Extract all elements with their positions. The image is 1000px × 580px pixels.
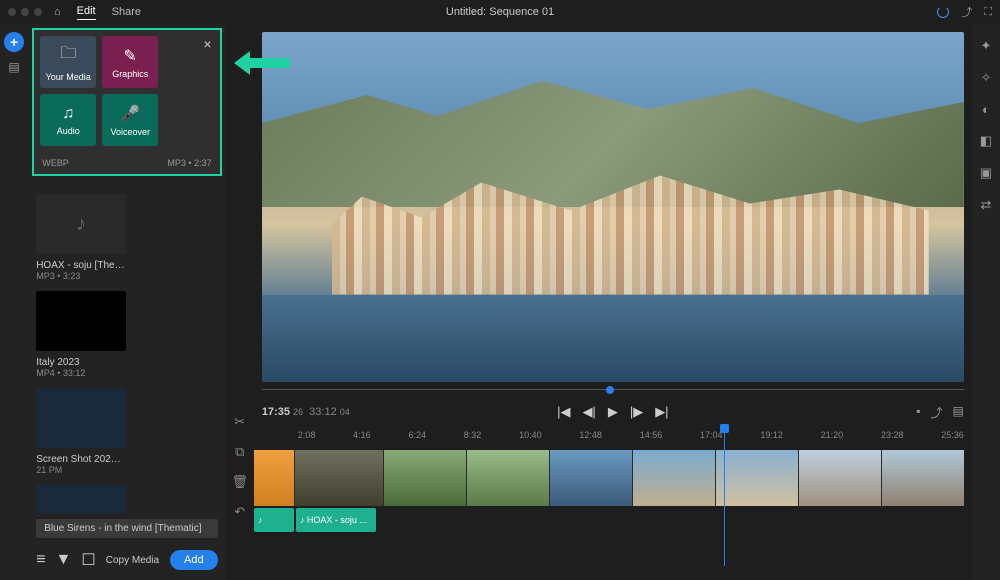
adjust-icon[interactable]: ◐ (982, 102, 990, 117)
add-button[interactable]: Add (170, 550, 218, 570)
video-clip[interactable] (254, 450, 294, 506)
minimize-window[interactable] (21, 8, 29, 16)
crop-icon[interactable]: ▣ (980, 165, 992, 181)
video-clip[interactable] (882, 450, 964, 506)
video-clip[interactable] (799, 450, 881, 506)
video-clip[interactable] (384, 450, 466, 506)
ruler-tick: 23:28 (881, 430, 904, 440)
frame-forward-icon[interactable]: |▶ (630, 404, 643, 420)
video-preview[interactable] (262, 32, 964, 382)
timecode: 17:35 26 33:12 04 (262, 406, 350, 418)
callout-arrow (250, 58, 290, 68)
checkbox-icon[interactable]: ☐ (81, 550, 95, 570)
skip-forward-icon[interactable]: ▶| (655, 404, 668, 420)
graphics-label: Graphics (112, 69, 148, 79)
audio-clip[interactable]: ♪ (254, 508, 294, 532)
effects-icon[interactable]: ✦ (980, 38, 991, 54)
play-icon[interactable]: ▶ (608, 404, 618, 420)
timeline-ruler[interactable]: 2:08 4:16 6:24 8:32 10:40 12:48 14:56 17… (254, 430, 964, 446)
wand-icon[interactable]: ✧ (980, 70, 991, 86)
undo-icon[interactable]: ↶ (234, 504, 245, 520)
media-item[interactable]: Screen Shot 2023-09... 59 PM (36, 485, 126, 513)
video-clip[interactable] (467, 450, 549, 506)
media-panel-icon[interactable]: ▤ (5, 58, 23, 76)
video-clip[interactable] (633, 450, 715, 506)
graphics-tile[interactable]: ✎ Graphics (102, 36, 158, 88)
ruler-tick: 2:08 (298, 430, 316, 440)
your-media-label: Your Media (46, 72, 91, 82)
video-clip[interactable] (550, 450, 632, 506)
media-item[interactable]: Screen Shot 2023-09... 21 PM (36, 388, 126, 475)
video-track[interactable] (254, 450, 964, 506)
transform-icon[interactable]: ⇄ (980, 197, 991, 213)
audio-icon: ♫ (62, 105, 74, 123)
audio-label: Audio (57, 126, 80, 136)
screenshot-thumb (36, 388, 126, 448)
media-name: Screen Shot 2023-09... (36, 454, 126, 465)
microphone-icon: 🎤 (120, 104, 140, 124)
media-meta: MP3 • 3:23 (36, 271, 126, 281)
screenshot-thumb (36, 485, 126, 513)
media-name: Italy 2023 (36, 357, 126, 368)
ruler-tick: 14:56 (640, 430, 663, 440)
add-media-button[interactable]: + (4, 32, 24, 52)
media-item[interactable]: ♪ HOAX - soju [Themat... MP3 • 3:23 (36, 194, 126, 281)
home-icon[interactable]: ⌂ (54, 6, 61, 18)
ruler-tick: 10:40 (519, 430, 542, 440)
skip-back-icon[interactable]: |◀ (557, 404, 570, 420)
document-title: Untitled: Sequence 01 (446, 6, 554, 18)
media-name: HOAX - soju [Themat... (36, 260, 126, 271)
video-thumb (36, 291, 126, 351)
fullscreen-icon[interactable]: ⛶ (984, 6, 992, 19)
copy-media-label: Copy Media (106, 555, 160, 566)
video-clip[interactable] (295, 450, 383, 506)
trash-icon[interactable]: 🗑 (231, 474, 248, 490)
quality-icon[interactable]: ▤ (952, 404, 963, 421)
audio-track[interactable]: ♪ ♪ HOAX - soju ... (254, 508, 964, 532)
ruler-tick: 12:48 (579, 430, 602, 440)
duplicate-icon[interactable]: ⧉ (235, 444, 244, 460)
audio-clip[interactable]: ♪ HOAX - soju ... (296, 508, 376, 532)
frame-back-icon[interactable]: ◀| (582, 404, 595, 420)
audio-tile[interactable]: ♫ Audio (40, 94, 96, 146)
ruler-tick: 21:20 (821, 430, 844, 440)
maximize-window[interactable] (34, 8, 42, 16)
media-format: WEBP (42, 158, 69, 168)
ruler-tick: 25:36 (941, 430, 964, 440)
export-frame-icon[interactable]: ⤴ (930, 404, 942, 421)
timeline[interactable]: ♪ ♪ HOAX - soju ... (254, 450, 964, 550)
media-icon: 🗀 (60, 42, 76, 69)
tab-edit[interactable]: Edit (77, 5, 96, 20)
ruler-tick: 19:12 (760, 430, 783, 440)
media-duration: MP3 • 2:37 (167, 158, 211, 168)
export-icon[interactable]: ⤴ (961, 4, 972, 20)
voiceover-tile[interactable]: 🎤 Voiceover (102, 94, 158, 146)
media-meta: MP4 • 33:12 (36, 368, 126, 378)
media-meta: 21 PM (36, 465, 126, 475)
window-controls[interactable] (8, 8, 42, 16)
scrubber-handle[interactable] (606, 386, 614, 394)
ruler-tick: 8:32 (464, 430, 482, 440)
voiceover-label: Voiceover (110, 127, 150, 137)
menu-icon[interactable]: ≡ (36, 551, 45, 569)
color-icon[interactable]: ◧ (980, 133, 992, 149)
graphics-icon: ✎ (124, 46, 137, 66)
tab-share[interactable]: Share (112, 6, 141, 18)
close-window[interactable] (8, 8, 16, 16)
ruler-tick: 6:24 (408, 430, 426, 440)
scrubber[interactable] (262, 386, 964, 392)
marker-icon[interactable]: ▪ (916, 404, 920, 421)
sync-spinner-icon (937, 6, 949, 18)
audio-thumb-icon: ♪ (36, 194, 126, 254)
ruler-tick: 4:16 (353, 430, 371, 440)
video-clip[interactable] (716, 450, 798, 506)
your-media-tile[interactable]: 🗀 Your Media (40, 36, 96, 88)
filter-icon[interactable]: ▼ (56, 551, 72, 569)
now-playing-label: Blue Sirens - in the wind [Thematic] (36, 519, 217, 538)
playhead[interactable] (724, 428, 725, 566)
close-icon[interactable]: × (203, 36, 211, 52)
media-item[interactable]: Italy 2023 MP4 • 33:12 (36, 291, 126, 378)
add-media-popup: × 🗀 Your Media ✎ Graphics ♫ Audio 🎤 Voic… (32, 28, 221, 176)
scissors-icon[interactable]: ✂ (234, 414, 245, 430)
